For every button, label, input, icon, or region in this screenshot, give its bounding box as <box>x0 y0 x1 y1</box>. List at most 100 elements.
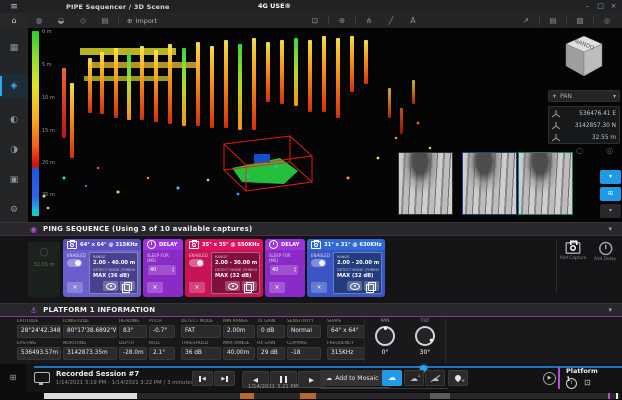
duplicate-button[interactable] <box>242 281 257 291</box>
import-button[interactable]: ⊕ Import <box>127 17 157 25</box>
info-icon[interactable]: i <box>566 378 577 389</box>
pan-knob[interactable] <box>375 326 395 346</box>
cloud-download-button[interactable]: ☁↓ <box>404 370 424 386</box>
remove-delay-button[interactable]: × <box>147 282 163 293</box>
spinner-control[interactable]: ▴ ▾ <box>172 267 174 273</box>
camera-icon[interactable]: ◎ <box>596 13 618 28</box>
field-value: 83° <box>119 325 147 338</box>
easting-value: 536476.41 E <box>579 111 616 117</box>
focus-icon[interactable]: ⊡ <box>584 378 591 387</box>
sphere-tool-b-button[interactable]: ◑ <box>0 138 28 162</box>
crosshair-icon[interactable]: ⊕ <box>331 13 353 28</box>
sonar-thumbnail-1[interactable] <box>398 152 453 215</box>
chevron-down-icon[interactable]: ▾ <box>608 306 612 314</box>
delay-card-header: DELAY <box>143 239 183 250</box>
remove-capture-button[interactable]: × <box>189 282 205 293</box>
depth-tick: 20 m <box>42 160 55 166</box>
antenna-icon[interactable]: ⋔ <box>358 13 380 28</box>
session-timeline[interactable] <box>0 392 622 400</box>
toolbox-button[interactable]: ▣ <box>0 168 28 192</box>
toolbar-separator <box>118 16 119 25</box>
ghost-altitude-label: 32.55 m <box>28 262 60 268</box>
minimize-button[interactable]: – <box>581 0 594 13</box>
depth-tick: 15 m <box>42 128 55 134</box>
replay-button[interactable]: ▶ <box>543 372 556 385</box>
menu-icon[interactable]: ≡ <box>0 2 28 12</box>
sonar-thumbnail-2[interactable] <box>462 152 517 215</box>
add-to-mosaic-button[interactable]: ☁ Add to Mosaic <box>320 370 385 386</box>
ping-sequence-section: ◉ PING SEQUENCE (Using 3 of 10 available… <box>0 222 622 303</box>
view-cube[interactable]: NANDO <box>560 32 608 80</box>
settings-button[interactable]: ⚙ <box>0 198 28 222</box>
snapshot-icon[interactable]: ▤ <box>542 13 564 28</box>
grid-view-button[interactable]: ▦ <box>0 36 28 60</box>
field-value: 2.1° <box>149 347 175 360</box>
capture-card-1[interactable]: 64° x 64° @ 315KHz ENABLED × RANGE 2.00 … <box>63 239 141 297</box>
scene-viewport[interactable]: 0 m 5 m 10 m 15 m 20 m 25 m NANDO + PAN … <box>28 28 622 222</box>
duplicate-button[interactable] <box>120 281 135 291</box>
preview-button[interactable] <box>103 281 118 291</box>
beacon-icon[interactable]: ◍ <box>28 13 50 28</box>
expand-panel-button[interactable]: ▾ <box>600 170 621 184</box>
platform-info-header[interactable]: ⚓ PLATFORM 1 INFORMATION ▾ <box>0 303 622 317</box>
range-label: RANGE <box>215 255 257 259</box>
ring-icon[interactable]: ○ <box>576 146 583 155</box>
sphere-tool-a-button[interactable]: ◐ <box>0 108 28 132</box>
target-icon[interactable]: ◎ <box>606 146 613 155</box>
sleep-ms-input[interactable]: 40 ▴ ▾ <box>270 265 298 275</box>
preview-button[interactable] <box>225 281 240 291</box>
diamond-icon[interactable]: ◇ <box>72 13 94 28</box>
measure-icon[interactable]: ╱ <box>380 13 402 28</box>
enabled-label: ENABLED <box>67 253 86 258</box>
globe-icon[interactable]: ◒ <box>50 13 72 28</box>
chevron-down-icon[interactable]: ▾ <box>608 225 612 233</box>
preview-button[interactable] <box>347 281 362 291</box>
remove-capture-button[interactable]: × <box>311 282 327 293</box>
map-icon[interactable]: ▧ <box>569 13 591 28</box>
current-time-label: 1/14/2021 3:21 PM <box>248 384 298 390</box>
add-delay-button[interactable]: Add Delay <box>590 244 620 262</box>
timeline-track[interactable] <box>44 393 620 399</box>
enabled-toggle[interactable] <box>311 259 326 267</box>
export-icon[interactable]: ↗ <box>515 13 537 28</box>
tilt-knob[interactable] <box>411 322 438 349</box>
cloud-icon: ☁ <box>388 373 396 382</box>
enabled-toggle[interactable] <box>67 259 82 267</box>
image-icon[interactable]: ▤ <box>94 13 116 28</box>
ping-sequence-header[interactable]: ◉ PING SEQUENCE (Using 3 of 10 available… <box>0 222 622 236</box>
skip-start-button[interactable]: ◀ <box>192 371 213 386</box>
maximize-button[interactable]: □ <box>594 0 607 13</box>
home-icon: ⌂ <box>11 16 16 25</box>
mosaic-panel-button[interactable]: ⊞ <box>600 187 621 201</box>
capture-card-2[interactable]: 35° x 35° @ 550KHz ENABLED × RANGE 2.00 … <box>185 239 263 297</box>
add-to-mosaic-label: Add to Mosaic <box>335 375 378 382</box>
skip-end-button[interactable]: ▶ <box>214 371 235 386</box>
network-status: 4G USE® <box>258 2 291 10</box>
duplicate-button[interactable] <box>364 281 379 291</box>
cloud-sync-active-button[interactable]: ☁ <box>382 370 402 386</box>
sonar-thumbnail-3[interactable] <box>518 152 573 215</box>
close-button[interactable]: × <box>607 0 620 13</box>
add-waypoint-button[interactable]: + <box>448 370 468 386</box>
nav-mode-dropdown[interactable]: + PAN ▾ <box>548 90 620 102</box>
annotate-icon[interactable]: A <box>402 13 424 28</box>
spinner-control[interactable]: ▴ ▾ <box>294 267 296 273</box>
collapse-panel-button[interactable]: ▾ <box>600 204 621 218</box>
delay-card-1[interactable]: DELAY SLEEP FOR (MS) 40 ▴ ▾ × <box>143 239 183 297</box>
axis-icon <box>552 122 560 130</box>
frame-icon[interactable]: ⊡ <box>304 13 326 28</box>
playback-scrubber[interactable] <box>34 366 622 368</box>
remove-capture-button[interactable]: × <box>67 282 83 293</box>
sonar-view-button[interactable]: ◈ <box>0 74 28 98</box>
capture-card-3[interactable]: 31° x 31° @ 630KHz ENABLED × RANGE 2.00 … <box>307 239 385 297</box>
enabled-toggle[interactable] <box>189 259 204 267</box>
spin-down-icon[interactable]: ▾ <box>172 270 174 273</box>
spin-down-icon[interactable]: ▾ <box>294 270 296 273</box>
remove-delay-button[interactable]: × <box>269 282 285 293</box>
dock-panel-button[interactable]: ⊞ <box>0 364 26 392</box>
cloud-offline-button[interactable]: ☁ <box>425 370 445 386</box>
home-button[interactable]: ⌂ <box>0 13 28 28</box>
delay-card-2[interactable]: DELAY SLEEP FOR (MS) 40 ▴ ▾ × <box>265 239 305 297</box>
detect-mode-value: MAX (32 dB) <box>215 273 257 279</box>
sleep-ms-input[interactable]: 40 ▴ ▾ <box>148 265 176 275</box>
